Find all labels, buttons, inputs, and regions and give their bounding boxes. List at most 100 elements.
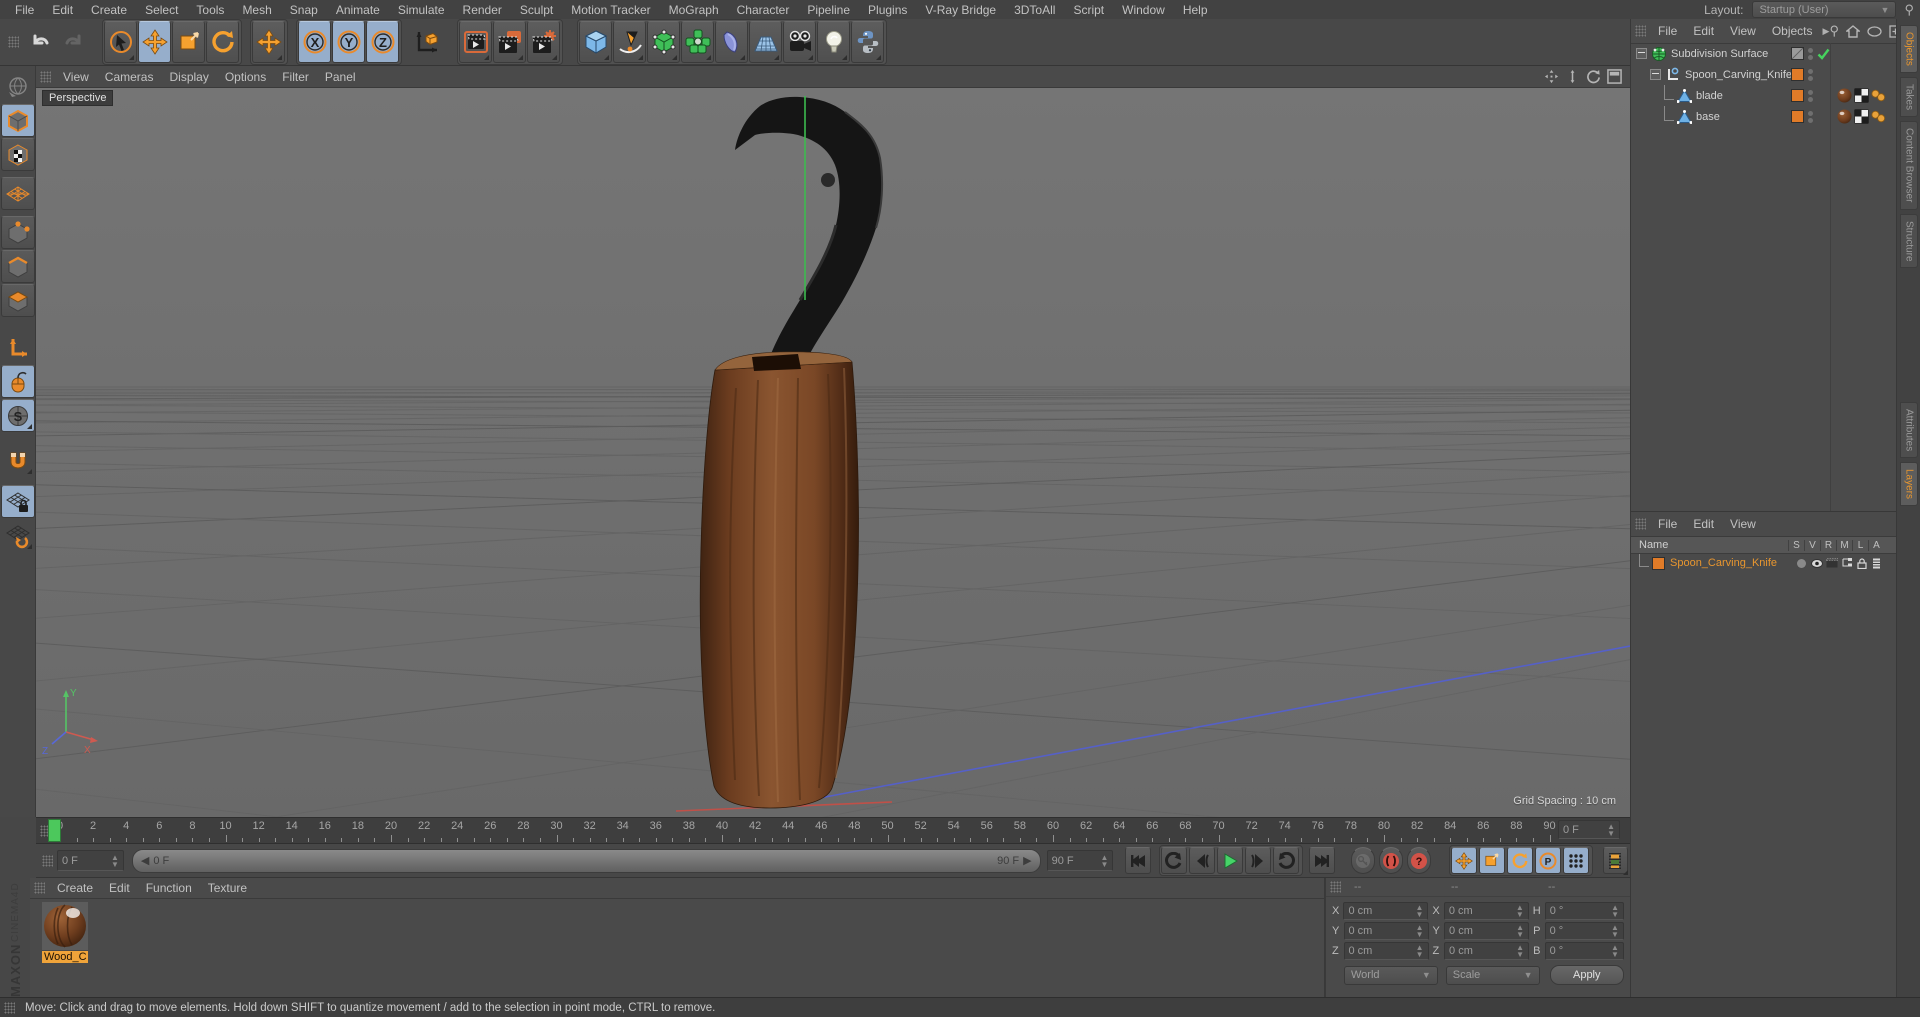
- layer-color-tag[interactable]: [1791, 110, 1804, 123]
- menu-overflow-icon[interactable]: ▶: [1823, 26, 1830, 37]
- add-light-button[interactable]: [817, 21, 850, 63]
- goto-end-button[interactable]: [1308, 847, 1335, 874]
- om-menu-objects[interactable]: Objects: [1764, 24, 1821, 38]
- menu-script[interactable]: Script: [1064, 3, 1113, 17]
- layer-manager-drag-handle[interactable]: [1635, 518, 1646, 530]
- current-frame-marker[interactable]: [48, 819, 61, 842]
- solo-toggle[interactable]: [1794, 558, 1809, 568]
- move-tool[interactable]: [138, 21, 171, 63]
- material-tag[interactable]: [1837, 88, 1852, 103]
- record-keyframe-button[interactable]: [1350, 847, 1375, 874]
- phong-tag[interactable]: [1871, 88, 1886, 103]
- subdivision-surface-button[interactable]: [647, 21, 680, 63]
- record-position-toggle[interactable]: [1450, 847, 1477, 874]
- menu-render[interactable]: Render: [454, 3, 511, 17]
- lock-workplane-button[interactable]: [0, 485, 35, 518]
- menu-motion-tracker[interactable]: Motion Tracker: [562, 3, 659, 17]
- end-frame-field[interactable]: 90 F ▲ ▼: [1046, 850, 1114, 871]
- viewport-menu-panel[interactable]: Panel: [317, 70, 364, 84]
- render-picture-viewer-button[interactable]: [493, 21, 526, 63]
- deformer-bend-button[interactable]: [715, 21, 748, 63]
- object-name[interactable]: base: [1696, 111, 1720, 123]
- rot-b-field[interactable]: 0 ° ▲ ▼: [1544, 942, 1624, 960]
- coordinates-drag-handle[interactable]: [1330, 881, 1341, 893]
- timeline-frame-box[interactable]: 0 F ▲ ▼: [1558, 820, 1620, 839]
- pan-view-icon[interactable]: [1544, 69, 1559, 84]
- enable-axis-button[interactable]: [1, 331, 35, 364]
- manager-toggle[interactable]: [1839, 558, 1854, 568]
- spinner-icon[interactable]: ▲ ▼: [1416, 924, 1424, 939]
- python-script-button[interactable]: [851, 21, 884, 63]
- object-name[interactable]: Spoon_Carving_Knife: [1685, 69, 1792, 81]
- menu-character[interactable]: Character: [728, 3, 799, 17]
- pos-y-field[interactable]: 0 cm ▲ ▼: [1343, 922, 1429, 940]
- keyframe-selection-button[interactable]: ?: [1406, 847, 1431, 874]
- tree-row-spoon-carving-knife[interactable]: Spoon_Carving_Knife: [1631, 64, 1896, 85]
- spinner-icon[interactable]: ▲ ▼: [1415, 904, 1423, 919]
- timeline-ruler[interactable]: 0246810121416182022242628303234363840424…: [36, 817, 1630, 844]
- frame-range-slider[interactable]: ◀ 0 F 90 F ▶: [131, 848, 1041, 873]
- coordinate-space-dropdown[interactable]: World ▼: [1344, 965, 1438, 985]
- animation-toggle[interactable]: [1869, 558, 1884, 569]
- scale-y-field[interactable]: 0 cm ▲ ▼: [1444, 922, 1530, 940]
- menu-window[interactable]: Window: [1113, 3, 1174, 17]
- record-rotation-toggle[interactable]: [1506, 847, 1533, 874]
- add-camera-button[interactable]: [783, 21, 816, 63]
- tab-content-browser[interactable]: Content Browser: [1899, 121, 1918, 210]
- tree-row-subdivision-surface[interactable]: Subdivision Surface: [1631, 43, 1896, 64]
- menu-file[interactable]: File: [6, 3, 43, 17]
- layer-color-tag[interactable]: [1791, 68, 1804, 81]
- previous-frame-button[interactable]: [1188, 847, 1215, 874]
- start-frame-field[interactable]: 0 F ▲ ▼: [57, 850, 124, 871]
- pos-x-field[interactable]: 0 cm ▲ ▼: [1343, 902, 1429, 920]
- add-spline-pen-button[interactable]: [613, 21, 646, 63]
- record-parameter-toggle[interactable]: P: [1534, 847, 1561, 874]
- menu-v-ray-bridge[interactable]: V-Ray Bridge: [916, 3, 1005, 17]
- spinner-icon[interactable]: ▲ ▼: [1516, 944, 1524, 959]
- material-thumbnail[interactable]: [42, 902, 88, 950]
- spinner-icon[interactable]: ▲ ▼: [1101, 853, 1109, 868]
- workplane-options-button[interactable]: [1, 519, 35, 552]
- layer-row-spoon-carving-knife[interactable]: Spoon_Carving_Knife: [1631, 554, 1896, 572]
- tab-attributes[interactable]: Attributes: [1899, 402, 1918, 459]
- texture-mode-button[interactable]: [0, 138, 35, 171]
- spinner-icon[interactable]: ▲ ▼: [1607, 822, 1615, 837]
- floor-environment-button[interactable]: [749, 21, 782, 63]
- uvw-tag[interactable]: [1854, 88, 1869, 103]
- scale-z-field[interactable]: 0 cm ▲ ▼: [1444, 942, 1530, 960]
- om-menu-edit[interactable]: Edit: [1685, 24, 1722, 38]
- search-icon[interactable]: ⚲: [1829, 23, 1839, 39]
- layer-color-tag[interactable]: [1791, 89, 1804, 102]
- lock-y-axis-button[interactable]: Y: [332, 21, 365, 63]
- polygons-mode-button[interactable]: [0, 284, 35, 317]
- viewport-menu-filter[interactable]: Filter: [274, 70, 317, 84]
- scale-x-field[interactable]: 0 cm ▲ ▼: [1443, 902, 1529, 920]
- undo-button[interactable]: [23, 21, 56, 63]
- next-frame-button[interactable]: [1244, 847, 1271, 874]
- tree-row-blade[interactable]: blade: [1631, 84, 1896, 106]
- toolbar-drag-handle[interactable]: [8, 36, 19, 48]
- knife-handle-object[interactable]: [699, 351, 859, 809]
- filter-eye-icon[interactable]: [1867, 25, 1882, 37]
- material-name-label[interactable]: Wood_C: [42, 951, 88, 963]
- snapping-magnet-button[interactable]: [1, 444, 35, 477]
- tab-objects[interactable]: Objects: [1899, 25, 1918, 73]
- timeline-window-button[interactable]: [1602, 847, 1629, 874]
- tab-structure[interactable]: Structure: [1899, 213, 1918, 269]
- display-tag[interactable]: [1791, 47, 1804, 60]
- menu-3dtoall[interactable]: 3DToAll: [1005, 3, 1064, 17]
- lm-menu-view[interactable]: View: [1722, 517, 1764, 531]
- goto-start-button[interactable]: [1125, 847, 1151, 874]
- viewport-menu-cameras[interactable]: Cameras: [97, 70, 162, 84]
- knife-blade-object[interactable]: [735, 96, 884, 370]
- material-item[interactable]: Wood_C: [42, 902, 88, 964]
- menu-edit[interactable]: Edit: [43, 3, 82, 17]
- visibility-dots[interactable]: [1808, 47, 1813, 60]
- rot-p-field[interactable]: 0 ° ▲ ▼: [1544, 922, 1624, 940]
- add-primitive-cube-button[interactable]: [579, 21, 612, 63]
- tree-row-base[interactable]: base: [1631, 105, 1896, 127]
- transport-drag-handle[interactable]: [42, 854, 53, 867]
- rotate-view-icon[interactable]: [1586, 69, 1601, 84]
- visibility-dots[interactable]: [1808, 110, 1813, 123]
- layout-dropdown[interactable]: Startup (User) ▼: [1752, 1, 1897, 18]
